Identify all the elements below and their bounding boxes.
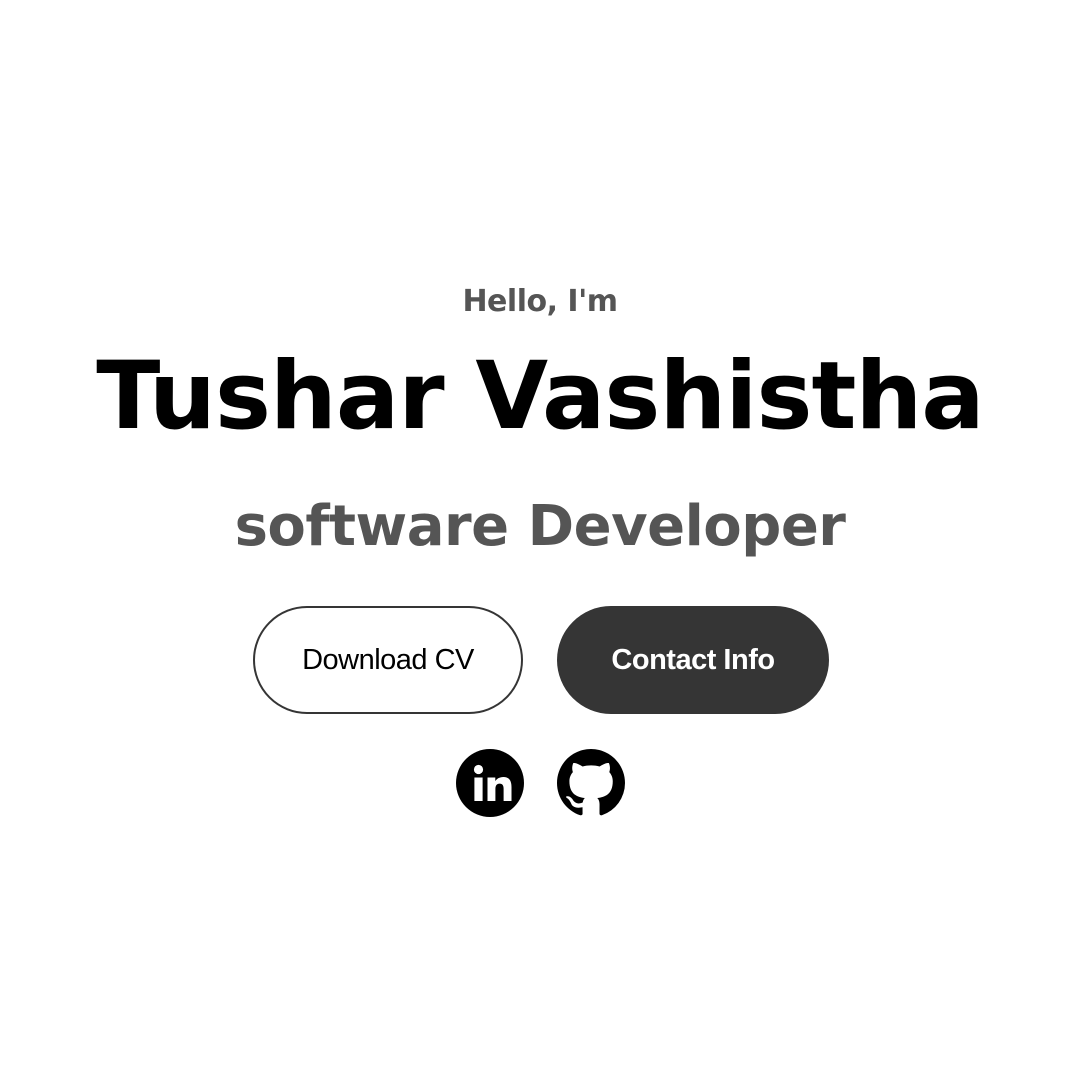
contact-info-button[interactable]: Contact Info bbox=[557, 606, 829, 714]
contact-info-label: Contact Info bbox=[611, 643, 775, 676]
download-cv-button[interactable]: Download CV bbox=[253, 606, 523, 714]
profile-name: Tushar Vashistha bbox=[96, 342, 984, 451]
profile-hero: Hello, I'm Tushar Vashistha software Dev… bbox=[0, 0, 1080, 1080]
profile-role: software Developer bbox=[234, 494, 846, 559]
linkedin-icon[interactable] bbox=[456, 749, 524, 817]
github-icon[interactable] bbox=[557, 749, 625, 817]
download-cv-label: Download CV bbox=[302, 643, 474, 676]
greeting-text: Hello, I'm bbox=[462, 284, 618, 319]
